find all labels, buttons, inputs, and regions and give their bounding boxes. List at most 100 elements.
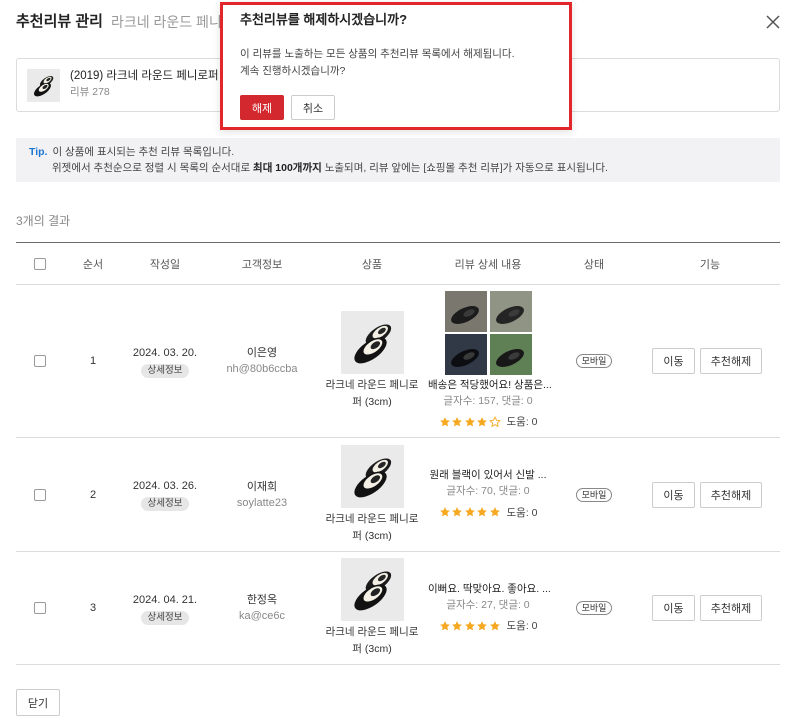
product-name-line: 퍼 (3cm): [352, 396, 392, 408]
star-filled-icon: [452, 416, 462, 426]
review-photos: [444, 290, 532, 375]
select-cell: [16, 438, 64, 552]
result-count: 3개의 결과: [16, 214, 71, 228]
column-header-status: 상태: [583, 258, 605, 271]
review-date: 2024. 03. 26.: [132, 480, 198, 492]
status-badge: 모바일: [575, 354, 613, 368]
page-title: 추천리뷰 관리: [16, 13, 103, 30]
helpful-count: 도움: 0: [506, 416, 538, 428]
confirm-dialog: 추천리뷰를 해제하시겠습니까? 이 리뷰를 노출하는 모든 상품의 추천리뷰 목…: [220, 2, 572, 130]
dialog-message-line: 이 리뷰를 노출하는 모든 상품의 추천리뷰 목록에서 해제됩니다.: [240, 48, 515, 60]
row-checkbox[interactable]: [34, 355, 46, 368]
detail-info-badge[interactable]: 상세정보: [140, 363, 190, 378]
select-all-checkbox[interactable]: [34, 257, 46, 270]
star-filled-icon: [464, 507, 475, 517]
product-name: 라크네 라운드 페니로 퍼 (3cm): [316, 624, 428, 658]
star-empty-icon: [488, 415, 501, 427]
star-filled-icon: [439, 620, 450, 630]
detail-info-badge[interactable]: 상세정보: [140, 610, 190, 625]
dialog-title: 추천리뷰를 해제하시겠습니까?: [240, 12, 408, 27]
tip-label: Tip.: [29, 146, 48, 158]
star-filled-icon: [452, 620, 462, 630]
star-filled-icon: [439, 507, 450, 517]
product-image: [341, 445, 404, 508]
customer-cell: 이재희 soylatte23: [208, 438, 316, 552]
customer-id: soylatte23: [236, 496, 288, 509]
product-name: 라크네 라운드 페니로 퍼 (3cm): [316, 377, 428, 411]
select-cell: [16, 552, 64, 665]
review-count: 리뷰 278: [70, 86, 110, 98]
review-date: 2024. 04. 21.: [132, 593, 198, 606]
product-image: [341, 558, 404, 621]
review-text: 이뻐요. 딱맞아요. 좋아요. ...: [428, 582, 551, 595]
review-text: 원래 블랙이 있어서 신발 ...: [429, 469, 547, 481]
status-cell: 모바일: [548, 552, 640, 665]
star-filled-icon: [477, 620, 487, 630]
row-checkbox[interactable]: [34, 488, 46, 501]
star-filled-icon: [477, 507, 487, 517]
product-cell: 라크네 라운드 페니로 퍼 (3cm): [316, 285, 428, 438]
tip-line-2: 위젯에서 추천순으로 정렬 시 목록의 순서대로 최대 100개까지 노출되며,…: [29, 160, 780, 176]
cancel-button[interactable]: 취소: [291, 95, 335, 120]
product-image: [341, 311, 404, 374]
rating-row: 도움: 0: [428, 412, 548, 432]
star-filled-icon: [477, 416, 487, 426]
customer-cell: 한정옥 ka@ce6c: [208, 552, 316, 665]
product-cell: 라크네 라운드 페니로 퍼 (3cm): [316, 552, 428, 665]
product-name-line: 퍼 (3cm): [352, 529, 392, 542]
star-filled-icon: [489, 620, 500, 630]
customer-id: nh@80b6ccba: [226, 363, 298, 375]
product-name-line: 라크네 라운드 페니로: [325, 626, 419, 638]
table-header-row: 순서 작성일 고객정보 상품 리뷰 상세 내용 상태 기능: [16, 242, 780, 285]
tip-line-2-text-end: 노출되며, 리뷰 앞에는 [쇼핑몰 추천 리뷰]가 자동으로 표시됩니다.: [321, 162, 608, 174]
order-cell: 2: [64, 438, 122, 552]
table-row: 2 2024. 03. 26. 상세정보 이재희 soylatte23 라크네 …: [16, 438, 780, 552]
recommended-review-table: 순서 작성일 고객정보 상품 리뷰 상세 내용 상태 기능 1 2024. 03…: [16, 242, 780, 665]
detail-info-badge[interactable]: 상세정보: [140, 497, 190, 511]
customer-name: 이재희: [246, 480, 278, 493]
review-text: 배송은 적당했어요! 상품은...: [428, 378, 552, 391]
rating-stars: [439, 506, 501, 518]
customer-name: 한정옥: [246, 594, 278, 606]
tip-box: Tip. 이 상품에 표시되는 추천 리뷰 목록입니다. 위젯에서 추천순으로 정…: [16, 138, 780, 182]
product-thumbnail: [27, 69, 60, 102]
review-photo-thumbnail: [489, 290, 532, 332]
helpful-count: 도움: 0: [506, 620, 538, 632]
star-filled-icon: [464, 620, 475, 630]
actions-cell: 이동 추천해제: [640, 552, 780, 665]
status-badge: 모바일: [575, 601, 613, 615]
product-name-line: 라크네 라운드 페니로: [325, 379, 419, 391]
move-button[interactable]: 이동: [652, 481, 695, 508]
page-header: 추천리뷰 관리 라크네 라운드 페니로: [16, 12, 235, 32]
rating-stars: [439, 415, 501, 428]
tip-line-1-text: 이 상품에 표시되는 추천 리뷰 목록입니다.: [52, 146, 235, 158]
column-header-actions: 기능: [699, 258, 721, 271]
column-header-date: 작성일: [149, 258, 181, 271]
review-photo-thumbnail: [489, 333, 532, 375]
status-cell: 모바일: [548, 285, 640, 438]
order-cell: 1: [64, 285, 122, 438]
review-meta: 글자수: 157, 댓글: 0: [443, 394, 533, 407]
table-row: 1 2024. 03. 20. 상세정보 이은영 nh@80b6ccba 라크네…: [16, 285, 780, 438]
review-date: 2024. 03. 20.: [132, 346, 198, 359]
confirm-release-button[interactable]: 해제: [240, 95, 284, 120]
column-header-product: 상품: [361, 258, 383, 271]
review-photo-thumbnail: [444, 290, 487, 332]
row-checkbox[interactable]: [34, 602, 46, 615]
move-button[interactable]: 이동: [652, 595, 695, 621]
date-cell: 2024. 03. 26. 상세정보: [122, 438, 208, 552]
status-cell: 모바일: [548, 438, 640, 552]
tip-line-1: Tip. 이 상품에 표시되는 추천 리뷰 목록입니다.: [29, 144, 780, 160]
date-cell: 2024. 03. 20. 상세정보: [122, 285, 208, 438]
unrecommend-button[interactable]: 추천해제: [700, 595, 762, 621]
product-name-line: 라크네 라운드 페니로: [325, 512, 419, 525]
unrecommend-button[interactable]: 추천해제: [700, 348, 762, 374]
unrecommend-button[interactable]: 추천해제: [700, 481, 762, 508]
dialog-message-line: 계속 진행하시겠습니까?: [240, 65, 346, 77]
close-button[interactable]: 닫기: [16, 689, 60, 716]
close-icon[interactable]: [766, 15, 780, 29]
product-cell: 라크네 라운드 페니로 퍼 (3cm): [316, 438, 428, 552]
star-filled-icon: [439, 416, 450, 426]
rating-stars: [439, 620, 501, 632]
move-button[interactable]: 이동: [652, 348, 695, 374]
